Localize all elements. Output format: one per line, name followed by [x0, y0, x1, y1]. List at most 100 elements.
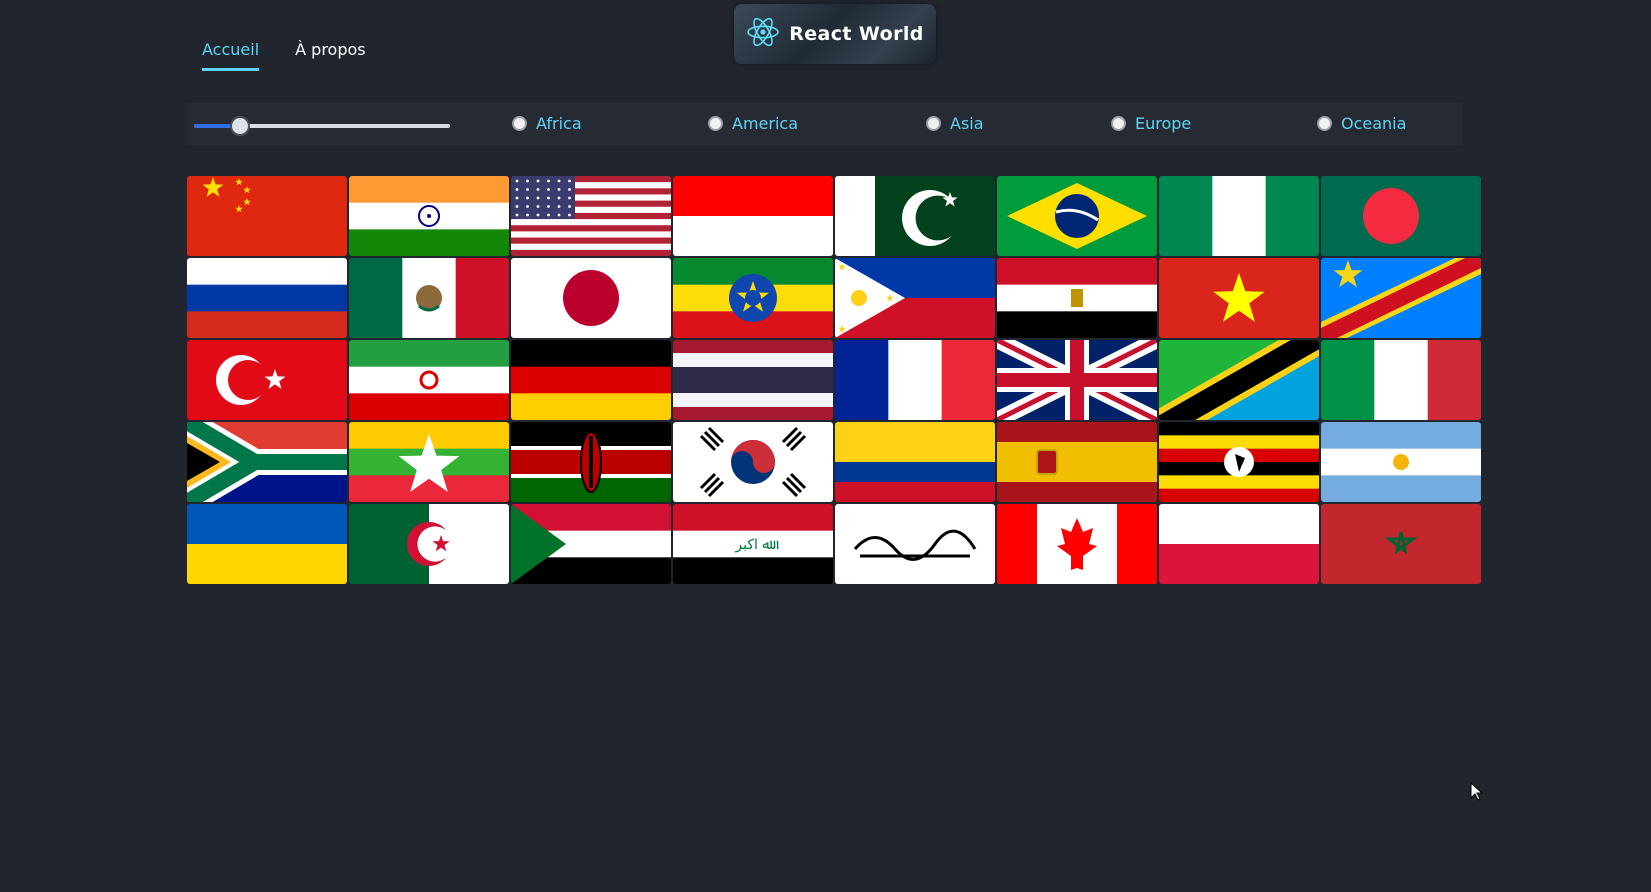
flag-bangladesh[interactable] — [1321, 176, 1481, 256]
flag-image — [511, 504, 671, 584]
flag-image — [997, 258, 1157, 338]
flag-image — [1321, 340, 1481, 420]
flag-usa[interactable] — [511, 176, 671, 256]
radio-circle[interactable] — [1111, 116, 1126, 131]
app-logo: React World — [734, 4, 936, 64]
flag-image: ﷲ ﺍﻛﺒﺮ — [673, 504, 833, 584]
flag-image — [511, 258, 671, 338]
flag-uganda[interactable] — [1159, 422, 1319, 502]
flag-egypt[interactable] — [997, 258, 1157, 338]
flag-image — [187, 422, 347, 502]
flag-south-africa[interactable] — [187, 422, 347, 502]
flag-canada[interactable] — [997, 504, 1157, 584]
radio-label: America — [732, 114, 798, 133]
flag-poland[interactable] — [1159, 504, 1319, 584]
flag-italy[interactable] — [1321, 340, 1481, 420]
main-nav: Accueil À propos — [202, 40, 366, 71]
flag-russia[interactable] — [187, 258, 347, 338]
radio-circle[interactable] — [708, 116, 723, 131]
flag-image — [1321, 422, 1481, 502]
region-radio-oceania[interactable]: Oceania — [1317, 114, 1406, 133]
flag-nigeria[interactable] — [1159, 176, 1319, 256]
flag-image — [349, 340, 509, 420]
flag-image — [997, 340, 1157, 420]
flag-thailand[interactable] — [673, 340, 833, 420]
flag-image — [1321, 176, 1481, 256]
flag-image — [511, 176, 671, 256]
flag-image — [187, 176, 347, 256]
radio-label: Africa — [536, 114, 582, 133]
flag-argentina[interactable] — [1321, 422, 1481, 502]
country-count-slider[interactable] — [194, 116, 450, 136]
nav-about-link[interactable]: À propos — [295, 40, 365, 71]
flag-image — [835, 340, 995, 420]
flag-kenya[interactable] — [511, 422, 671, 502]
region-radio-asia[interactable]: Asia — [926, 114, 984, 133]
region-radio-africa[interactable]: Africa — [512, 114, 582, 133]
radio-label: Europe — [1135, 114, 1192, 133]
flag-france[interactable] — [835, 340, 995, 420]
flag-image — [1321, 258, 1481, 338]
radio-label: Oceania — [1341, 114, 1407, 133]
logo-text: React World — [789, 23, 924, 45]
flag-pakistan[interactable] — [835, 176, 995, 256]
flag-image — [835, 176, 995, 256]
flag-myanmar[interactable] — [349, 422, 509, 502]
flag-image — [835, 504, 995, 584]
flag-image — [349, 176, 509, 256]
flag-image — [1159, 340, 1319, 420]
flag-image — [349, 258, 509, 338]
flag-image — [673, 422, 833, 502]
react-icon — [746, 16, 780, 52]
flag-image — [673, 340, 833, 420]
radio-circle[interactable] — [1317, 116, 1332, 131]
flag-image — [1159, 504, 1319, 584]
flag-germany[interactable] — [511, 340, 671, 420]
flag-ethiopia[interactable] — [673, 258, 833, 338]
flag-brazil[interactable] — [997, 176, 1157, 256]
flag-image — [187, 340, 347, 420]
flag-image — [1321, 504, 1481, 584]
flag-image — [835, 422, 995, 502]
flag-image — [997, 422, 1157, 502]
flag-turkey[interactable] — [187, 340, 347, 420]
flag-colombia[interactable] — [835, 422, 995, 502]
flag-image — [997, 176, 1157, 256]
flag-image — [187, 258, 347, 338]
flag-grid: ﷲ ﺍﻛﺒﺮ — [187, 176, 1481, 584]
region-radio-america[interactable]: America — [708, 114, 798, 133]
radio-label: Asia — [950, 114, 984, 133]
flag-south-korea[interactable] — [673, 422, 833, 502]
flag-afghanistan[interactable] — [835, 504, 995, 584]
flag-united-kingdom[interactable] — [997, 340, 1157, 420]
flag-morocco[interactable] — [1321, 504, 1481, 584]
flag-image — [511, 340, 671, 420]
flag-ukraine[interactable] — [187, 504, 347, 584]
flag-dr-congo[interactable] — [1321, 258, 1481, 338]
region-radio-europe[interactable]: Europe — [1111, 114, 1191, 133]
flag-image — [673, 176, 833, 256]
flag-mexico[interactable] — [349, 258, 509, 338]
flag-iran[interactable] — [349, 340, 509, 420]
flag-image — [997, 504, 1157, 584]
slider-thumb[interactable] — [230, 116, 251, 136]
flag-china[interactable] — [187, 176, 347, 256]
flag-vietnam[interactable] — [1159, 258, 1319, 338]
flag-image — [1159, 176, 1319, 256]
flag-tanzania[interactable] — [1159, 340, 1319, 420]
radio-circle[interactable] — [512, 116, 527, 131]
flag-indonesia[interactable] — [673, 176, 833, 256]
flag-sudan[interactable] — [511, 504, 671, 584]
flag-image — [1159, 258, 1319, 338]
flag-image — [511, 422, 671, 502]
flag-spain[interactable] — [997, 422, 1157, 502]
flag-algeria[interactable] — [349, 504, 509, 584]
nav-home-link[interactable]: Accueil — [202, 40, 260, 71]
flag-japan[interactable] — [511, 258, 671, 338]
radio-circle[interactable] — [926, 116, 941, 131]
flag-iraq[interactable]: ﷲ ﺍﻛﺒﺮ — [673, 504, 833, 584]
flag-india[interactable] — [349, 176, 509, 256]
flag-image — [835, 258, 995, 338]
flag-image — [673, 258, 833, 338]
flag-philippines[interactable] — [835, 258, 995, 338]
